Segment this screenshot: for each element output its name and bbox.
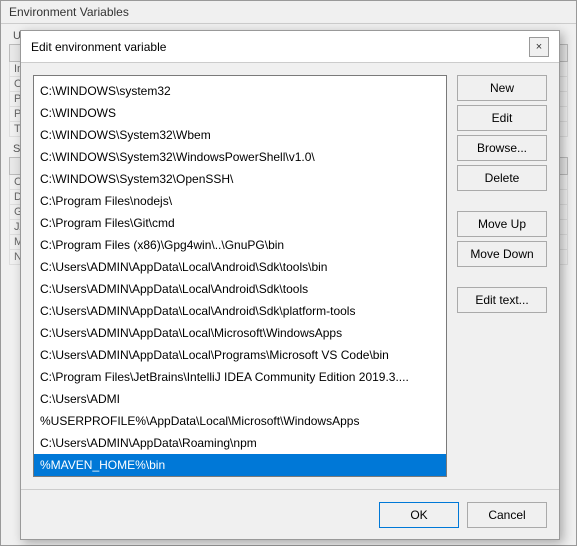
edit-env-variable-dialog: Edit environment variable × C:\ProgramDa… xyxy=(20,30,560,540)
modal-title: Edit environment variable xyxy=(31,40,166,54)
browse-button[interactable]: Browse... xyxy=(457,135,547,161)
move-up-button[interactable]: Move Up xyxy=(457,211,547,237)
close-button[interactable]: × xyxy=(529,37,549,57)
list-item[interactable]: C:\WINDOWS\System32\Wbem xyxy=(34,124,446,146)
outer-titlebar: Environment Variables xyxy=(1,1,576,24)
list-item[interactable]: C:\WINDOWS xyxy=(34,102,446,124)
list-item[interactable]: C:\Program Files\JetBrains\IntelliJ IDEA… xyxy=(34,366,446,388)
modal-body: C:\ProgramData\DockerDesktop\version-bin… xyxy=(21,63,559,489)
list-item[interactable]: C:\Users\ADMIN\AppData\Local\Android\Sdk… xyxy=(34,300,446,322)
edit-text-button[interactable]: Edit text... xyxy=(457,287,547,313)
button-panel: New Edit Browse... Delete Move Up Move D… xyxy=(457,75,547,477)
list-item[interactable]: C:\Users\ADMIN\AppData\Local\Programs\Mi… xyxy=(34,344,446,366)
list-item[interactable]: C:\WINDOWS\system32 xyxy=(34,80,446,102)
cancel-button[interactable]: Cancel xyxy=(467,502,547,528)
list-item[interactable]: C:\Program Files (x86)\Gpg4win\..\GnuPG\… xyxy=(34,234,446,256)
new-button[interactable]: New xyxy=(457,75,547,101)
outer-window-title: Environment Variables xyxy=(9,5,129,19)
env-variable-list[interactable]: C:\ProgramData\DockerDesktop\version-bin… xyxy=(33,75,447,477)
list-item[interactable]: C:\Users\ADMIN\AppData\Local\Microsoft\W… xyxy=(34,322,446,344)
list-item[interactable]: C:\Users\ADMIN\AppData\Local\Android\Sdk… xyxy=(34,278,446,300)
ok-button[interactable]: OK xyxy=(379,502,459,528)
list-item[interactable]: %MAVEN_HOME%\bin xyxy=(34,454,446,476)
edit-button[interactable]: Edit xyxy=(457,105,547,131)
list-item[interactable]: C:\Users\ADMIN\AppData\Roaming\npm xyxy=(34,432,446,454)
list-item[interactable]: %USERPROFILE%\AppData\Local\Microsoft\Wi… xyxy=(34,410,446,432)
list-item[interactable]: C:\WINDOWS\System32\WindowsPowerShell\v1… xyxy=(34,146,446,168)
list-item[interactable]: C:\Program Files\nodejs\ xyxy=(34,190,446,212)
list-item[interactable]: C:\Program Files\Git\cmd xyxy=(34,212,446,234)
modal-footer: OK Cancel xyxy=(21,489,559,539)
list-item[interactable]: C:\Users\ADMI xyxy=(34,388,446,410)
modal-titlebar: Edit environment variable × xyxy=(21,31,559,63)
list-item[interactable]: C:\Users\ADMIN\AppData\Local\Android\Sdk… xyxy=(34,256,446,278)
move-down-button[interactable]: Move Down xyxy=(457,241,547,267)
delete-button[interactable]: Delete xyxy=(457,165,547,191)
list-item[interactable]: C:\WINDOWS\System32\OpenSSH\ xyxy=(34,168,446,190)
